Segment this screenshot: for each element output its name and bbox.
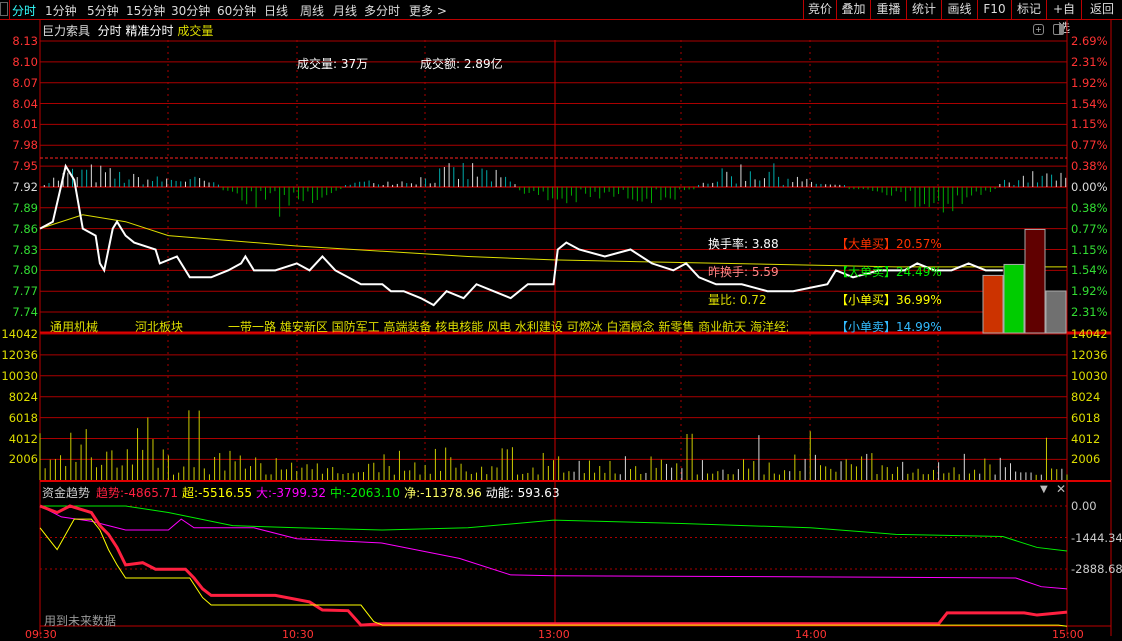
pct-tick: 1.92% [1071, 284, 1108, 299]
price-tick: 7.95 [12, 159, 38, 174]
legend-label: 超 [182, 486, 195, 500]
order-stat-2: 【小单买】36.99% [836, 291, 942, 308]
order-label: 【小单卖】 [836, 320, 897, 334]
fund-legend-0: 趋势:-4865.71 [96, 486, 178, 500]
time-tick: 13:00 [538, 628, 570, 641]
price-tick: 8.07 [12, 75, 38, 90]
pct-tick: 0.77% [1071, 138, 1108, 153]
volume-tick-right: 8024 [1071, 389, 1101, 404]
pct-tick: 1.54% [1071, 96, 1108, 111]
volume-tick: 2006 [8, 452, 38, 467]
fund-tick: -1444.34 [1071, 530, 1122, 545]
order-bar [1045, 290, 1067, 334]
legend-label: 净 [404, 486, 417, 500]
legend-value: :-11378.96 [416, 486, 482, 500]
time-tick: 10:30 [282, 628, 314, 641]
volume-tick-right: 2006 [1071, 452, 1101, 467]
legend-label: 动能 [485, 486, 510, 500]
volume-tick: 12036 [1, 347, 38, 362]
price-tick: 7.98 [12, 138, 38, 153]
price-tick: 7.80 [12, 263, 38, 278]
pct-tick: 1.15% [1071, 117, 1108, 132]
order-stat-3: 【小单卖】14.99% [836, 318, 942, 335]
price-tick: 7.83 [12, 242, 38, 257]
prev-turnover: 昨换手: 5.59 [708, 265, 779, 279]
order-label: 【大单买】 [836, 237, 897, 251]
pct-tick: 2.31% [1071, 305, 1108, 320]
volume-tick-right: 10030 [1071, 368, 1108, 383]
close-icon[interactable]: ✕ [1056, 482, 1066, 496]
pct-tick: 0.38% [1071, 200, 1108, 215]
volume-tick-right: 14042 [1071, 327, 1108, 341]
concept-sectors[interactable]: 一带一路 雄安新区 国防军工 高端装备 核电核能 风电 水利建设 可燃冰 白酒概… [228, 318, 788, 335]
fund-tick: 0.00 [1071, 499, 1097, 513]
order-stat-0: 【大单买】20.57% [836, 235, 942, 252]
order-bar [1003, 263, 1025, 334]
pct-tick: 2.31% [1071, 54, 1108, 69]
fund-title: 资金趋势 [42, 486, 91, 500]
amount-summary: 成交额: 2.89亿 [420, 57, 503, 71]
price-tick: 7.89 [12, 200, 38, 215]
time-tick: 15:00 [1052, 628, 1084, 641]
pct-tick: 2.69% [1071, 34, 1108, 48]
volume-tick: 4012 [8, 431, 38, 446]
fund-legend-4: 净:-11378.96 [404, 486, 482, 500]
pct-tick: 0.00% [1071, 179, 1108, 194]
price-tick: 8.01 [12, 117, 38, 132]
price-tick: 7.92 [12, 179, 38, 194]
volume-tick: 14042 [1, 327, 38, 341]
order-value: 20.57% [896, 237, 942, 251]
volume-tick: 10030 [1, 368, 38, 383]
time-tick: 09:30 [25, 628, 57, 641]
legend-label: 大 [256, 486, 269, 500]
fund-legend-5: 动能: 593.63 [486, 486, 560, 500]
future-data-note: 用到未来数据 [44, 614, 117, 628]
volume-summary: 成交量: 37万 [297, 57, 369, 71]
region-sector[interactable]: 河北板块 [135, 318, 183, 335]
volume-tick: 6018 [8, 410, 38, 425]
pct-tick: 1.15% [1071, 242, 1108, 257]
volume-tick-right: 4012 [1071, 431, 1101, 446]
order-stat-1: 【大单卖】24.49% [836, 263, 942, 280]
order-value: 14.99% [896, 320, 942, 334]
volume-tick-right: 12036 [1071, 347, 1108, 362]
legend-value: :-5516.55 [194, 486, 253, 500]
order-label: 【小单买】 [836, 293, 897, 307]
fund-mid-line [40, 505, 1068, 552]
order-bar [1024, 228, 1046, 334]
industry-sector[interactable]: 通用机械 [50, 318, 98, 335]
fund-legend-1: 超:-5516.55 [182, 486, 252, 500]
legend-value: :-2063.10 [342, 486, 401, 500]
pct-tick: 1.54% [1071, 263, 1108, 278]
order-value: 36.99% [896, 293, 942, 307]
pct-tick: 1.92% [1071, 75, 1108, 90]
time-tick: 14:00 [795, 628, 827, 641]
price-tick: 7.77 [12, 284, 38, 299]
dropdown-icon[interactable]: ▼ [1040, 484, 1048, 495]
fund-legend-2: 大:-3799.32 [256, 486, 326, 500]
order-bar [982, 274, 1004, 334]
legend-label: 中 [330, 486, 343, 500]
volume-tick-right: 6018 [1071, 410, 1101, 425]
turnover-rate: 换手率: 3.88 [708, 237, 779, 251]
legend-value: :-4865.71 [120, 486, 179, 500]
legend-value: :-3799.32 [268, 486, 327, 500]
legend-value: : 593.63 [509, 486, 560, 500]
fund-legend-3: 中:-2063.10 [330, 486, 400, 500]
price-tick: 8.04 [12, 96, 38, 111]
fund-trend-line [39, 504, 1068, 627]
fund-tick: -2888.68 [1071, 562, 1122, 576]
order-label: 【大单卖】 [836, 265, 897, 279]
legend-label: 趋势 [96, 486, 121, 500]
price-tick: 7.74 [12, 305, 38, 320]
pct-tick: 0.38% [1071, 159, 1108, 174]
volume-tick: 8024 [8, 389, 38, 404]
pct-tick: 0.77% [1071, 221, 1108, 236]
price-tick: 8.10 [12, 54, 38, 69]
price-tick: 8.13 [12, 34, 38, 48]
order-value: 24.49% [896, 265, 942, 279]
price-tick: 7.86 [12, 221, 38, 236]
volume-ratio: 量比: 0.72 [708, 293, 767, 307]
